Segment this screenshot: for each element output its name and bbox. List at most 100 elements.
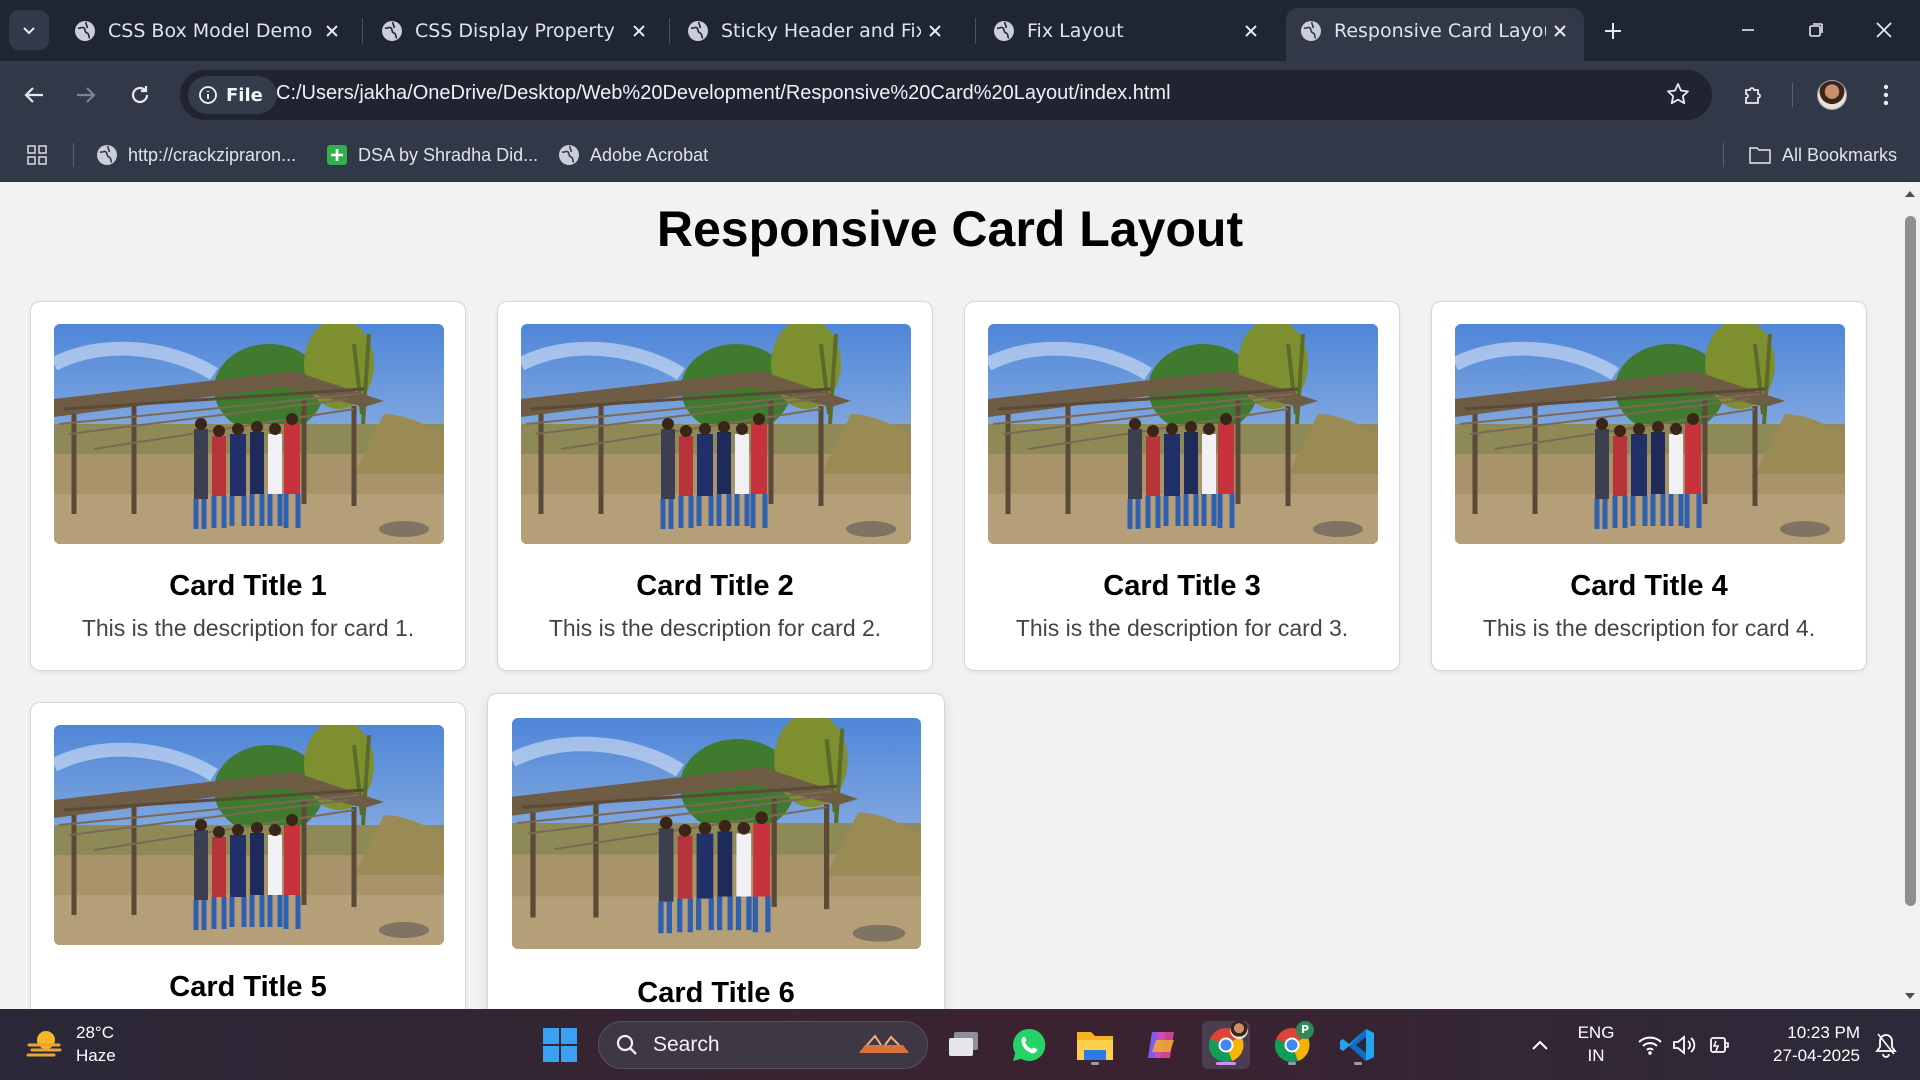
running-indicator [1354, 1062, 1362, 1065]
tab-separator [362, 18, 363, 44]
green-plus-icon [327, 145, 347, 165]
kebab-menu-icon [1883, 84, 1889, 106]
vscode-button[interactable] [1334, 1021, 1382, 1069]
site-info-chip[interactable]: File [188, 76, 277, 114]
wifi-icon [1638, 1036, 1662, 1055]
close-icon[interactable] [625, 17, 653, 45]
tab-separator [669, 18, 670, 44]
task-view-icon [949, 1032, 978, 1056]
bookmark-dsa-shradha[interactable]: DSA by Shradha Did... [326, 140, 538, 170]
tab-label: Sticky Header and Fixed F [721, 20, 921, 42]
clock-date: 27-04-2025 [1773, 1046, 1860, 1065]
clock[interactable]: 10:23 PM 27-04-2025 [1756, 1021, 1860, 1067]
whatsapp-button[interactable] [1005, 1021, 1053, 1069]
tab-css-display-property[interactable]: CSS Display Property [367, 8, 663, 54]
task-view-button[interactable] [940, 1021, 988, 1069]
url-text[interactable]: C:/Users/jakha/OneDrive/Desktop/Web%20De… [276, 82, 1171, 105]
card-image [512, 718, 921, 949]
restore-icon [1809, 23, 1823, 37]
clock-time: 10:23 PM [1787, 1023, 1860, 1042]
copilot-button[interactable] [1137, 1021, 1185, 1069]
arrow-left-icon [24, 87, 43, 103]
reload-button[interactable] [120, 75, 160, 115]
tab-label: CSS Box Model Demo [108, 20, 313, 42]
close-icon[interactable] [921, 17, 949, 45]
start-button[interactable] [536, 1021, 584, 1069]
language-line1: ENG [1577, 1023, 1615, 1042]
bookmark-label: Adobe Acrobat [590, 144, 709, 165]
scrollbar-thumb[interactable] [1905, 216, 1916, 906]
address-bar[interactable]: File C:/Users/jakha/OneDrive/Desktop/Web… [180, 70, 1712, 120]
puzzle-icon [1745, 87, 1761, 104]
weather-temp: 28°C [76, 1023, 114, 1042]
notifications-button[interactable] [1866, 1021, 1906, 1069]
bookmark-adobe-acrobat[interactable]: Adobe Acrobat [558, 140, 708, 170]
scroll-down-icon[interactable] [1904, 990, 1916, 1002]
card: Card Title 4 This is the description for… [1431, 301, 1867, 671]
card-image [521, 324, 911, 544]
card-description: This is the description for card 2. [548, 615, 882, 641]
weather-condition: Haze [76, 1046, 116, 1065]
vscode-icon [1340, 1029, 1374, 1061]
card-description: This is the description for card 1. [81, 615, 415, 641]
bookmark-crackzip[interactable]: http://crackzipraron... [96, 140, 296, 170]
card: Card Title 1 This is the description for… [30, 301, 466, 671]
globe-icon [1301, 21, 1321, 41]
close-window-button[interactable] [1856, 6, 1912, 54]
forward-button[interactable] [66, 75, 106, 115]
notification-bell-icon [1875, 1033, 1897, 1058]
close-icon[interactable] [1546, 17, 1574, 45]
search-icon [616, 1034, 637, 1055]
chrome-profile-button[interactable]: P [1268, 1021, 1316, 1069]
chrome-button-active[interactable] [1202, 1021, 1250, 1069]
close-icon[interactable] [318, 17, 346, 45]
back-button[interactable] [14, 75, 54, 115]
language-indicator[interactable]: ENG IN [1574, 1021, 1618, 1067]
all-bookmarks-button[interactable]: All Bookmarks [1748, 140, 1897, 170]
reload-icon [131, 86, 149, 104]
running-indicator [1091, 1062, 1099, 1065]
apps-button[interactable] [26, 140, 58, 170]
tab-sticky-header[interactable]: Sticky Header and Fixed F [673, 8, 969, 54]
show-hidden-icons-button[interactable] [1516, 1021, 1564, 1069]
browser-menu-button[interactable] [1866, 75, 1906, 115]
restore-button[interactable] [1788, 6, 1844, 54]
search-label: Search [653, 1033, 720, 1056]
card-title: Card Title 1 [169, 570, 327, 602]
profile-avatar[interactable] [1817, 80, 1847, 110]
globe-icon [559, 145, 579, 165]
file-explorer-icon [1077, 1032, 1113, 1060]
file-explorer-button[interactable] [1071, 1021, 1119, 1069]
extensions-button[interactable] [1734, 75, 1774, 115]
tab-css-box-model[interactable]: CSS Box Model Demo [60, 8, 356, 54]
card-image [54, 725, 444, 945]
card-title: Card Title 2 [636, 570, 794, 602]
card-title: Card Title 4 [1570, 570, 1728, 602]
toolbar-divider [1792, 83, 1793, 107]
apps-grid-icon [27, 145, 47, 165]
bookmarks-bar: http://crackzipraron... DSA by Shradha D… [0, 128, 1920, 182]
minimize-button[interactable] [1720, 6, 1776, 54]
close-icon [1876, 22, 1892, 38]
page-scrollbar[interactable] [1900, 182, 1920, 1009]
weather-widget[interactable]: 28°C Haze [26, 1021, 116, 1067]
new-tab-button[interactable] [1596, 14, 1630, 48]
system-tray-quick-settings[interactable] [1628, 1021, 1740, 1069]
search-highlight-icon [859, 1034, 909, 1053]
haze-sun-icon [26, 1031, 62, 1057]
taskbar-search[interactable]: Search [598, 1021, 928, 1069]
site-info-label: File [226, 84, 263, 106]
close-icon[interactable] [1237, 17, 1265, 45]
bookmark-star-button[interactable] [1666, 82, 1690, 110]
battery-icon [1710, 1037, 1729, 1053]
card: Card Title 2 This is the description for… [497, 301, 933, 671]
tab-responsive-card-layout[interactable]: Responsive Card Layout [1286, 8, 1584, 61]
chevron-down-icon [23, 27, 35, 35]
tab-fix-layout[interactable]: Fix Layout [979, 8, 1275, 54]
bookmark-label: DSA by Shradha Did... [358, 144, 539, 165]
tab-search-button[interactable] [9, 10, 49, 50]
card-description: This is the description for card 4. [1482, 615, 1816, 641]
page-viewport: Responsive Card Layout Card Title 1 This… [0, 182, 1900, 1009]
scroll-up-icon[interactable] [1904, 188, 1916, 200]
card-image [54, 324, 444, 544]
